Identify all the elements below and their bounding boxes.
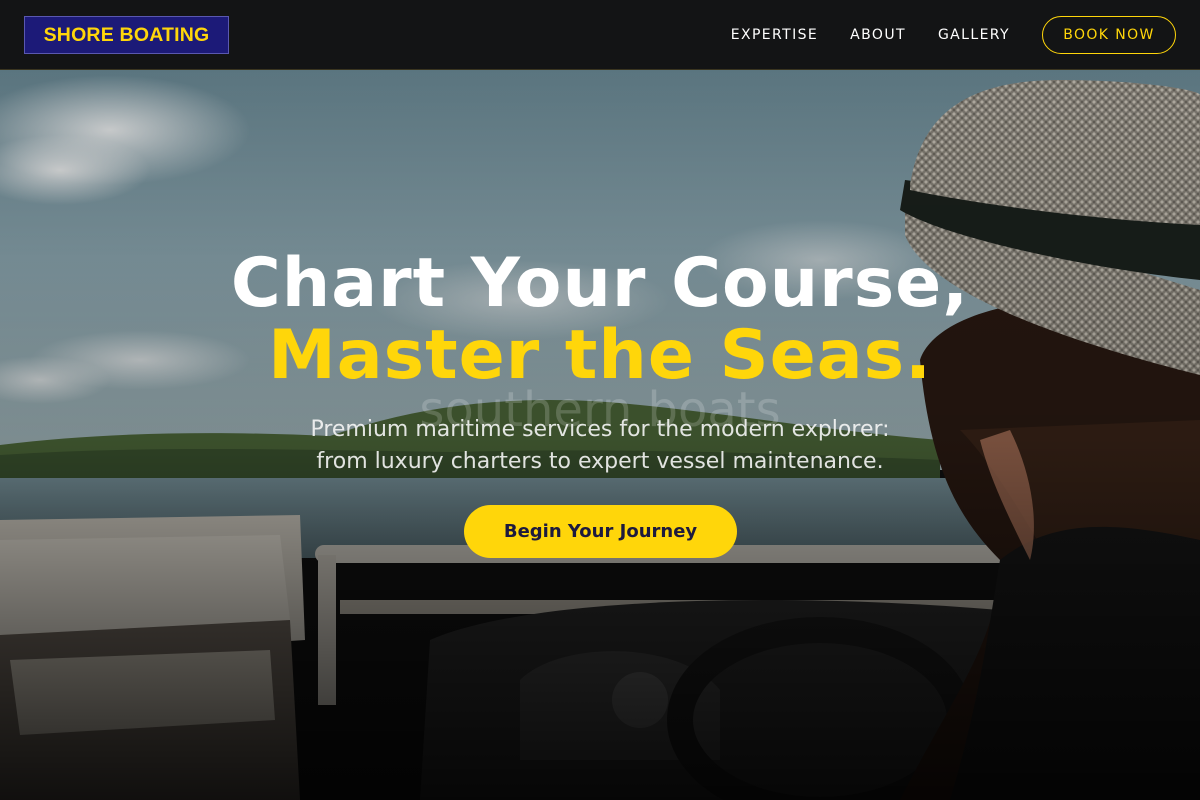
hero-headline: Chart Your Course, Master the Seas. <box>0 248 1200 392</box>
hero-headline-line1: Chart Your Course, <box>230 244 970 323</box>
nav-link-expertise[interactable]: EXPERTISE <box>731 27 818 43</box>
hero-subtitle: Premium maritime services for the modern… <box>0 414 1200 478</box>
nav-link-gallery[interactable]: GALLERY <box>938 27 1010 43</box>
hero-headline-line2: Master the Seas. <box>268 316 932 395</box>
hero-subtitle-line2: from luxury charters to expert vessel ma… <box>316 449 884 474</box>
page: SHORE BOATING EXPERTISE ABOUT GALLERY BO… <box>0 0 1200 800</box>
begin-journey-button[interactable]: Begin Your Journey <box>464 505 737 558</box>
hero-subtitle-line1: Premium maritime services for the modern… <box>310 417 890 442</box>
navbar: SHORE BOATING EXPERTISE ABOUT GALLERY BO… <box>0 0 1200 70</box>
nav-links: EXPERTISE ABOUT GALLERY <box>699 0 1010 70</box>
logo[interactable]: SHORE BOATING <box>24 16 229 54</box>
hero-section: southern boats Chart Your Course, Master… <box>0 0 1200 800</box>
book-now-button[interactable]: BOOK NOW <box>1042 16 1176 54</box>
nav-link-about[interactable]: ABOUT <box>850 27 906 43</box>
